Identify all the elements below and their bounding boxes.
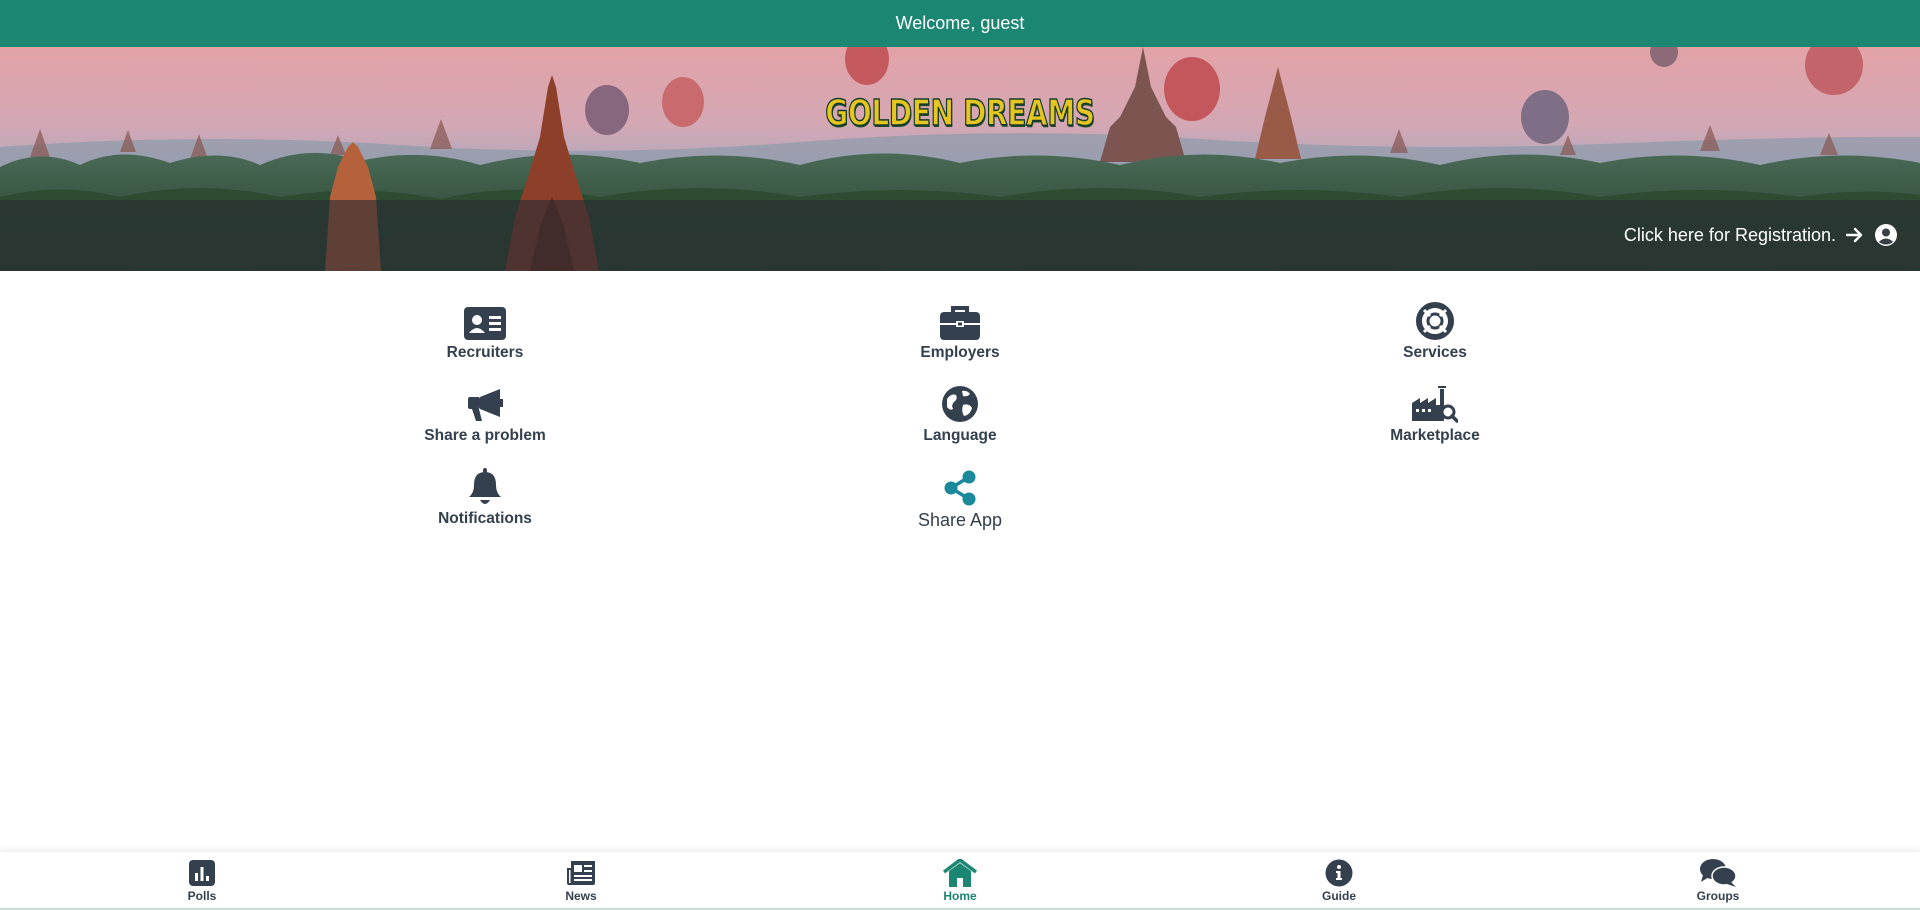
tile-share-app[interactable]: Share App bbox=[860, 464, 1060, 531]
globe-icon bbox=[860, 381, 1060, 423]
tile-label: Share a problem bbox=[424, 427, 546, 444]
tile-label: Recruiters bbox=[446, 344, 524, 361]
nav-item-polls[interactable]: Polls bbox=[142, 858, 262, 903]
comments-icon bbox=[1658, 858, 1778, 888]
tile-marketplace[interactable]: Marketplace bbox=[1335, 381, 1535, 445]
nav-label: Guide bbox=[1321, 889, 1356, 903]
id-card-icon bbox=[385, 298, 585, 340]
newspaper-icon bbox=[521, 858, 641, 888]
tile-label: Services bbox=[1403, 344, 1467, 361]
user-circle-icon bbox=[1874, 223, 1898, 247]
tile-notifications[interactable]: Notifications bbox=[385, 464, 585, 528]
tile-label: Employers bbox=[920, 344, 1000, 361]
home-icon bbox=[900, 858, 1020, 888]
share-icon bbox=[860, 464, 1060, 506]
registration-link[interactable]: Click here for Registration. bbox=[1624, 223, 1898, 247]
briefcase-icon bbox=[860, 298, 1060, 340]
banner: GOLDEN DREAMS Click here for Registratio… bbox=[0, 47, 1920, 271]
bottom-navigation: Polls News Home Guide Groups bbox=[0, 852, 1920, 910]
factory-search-icon bbox=[1335, 381, 1535, 423]
tile-label: Language bbox=[923, 427, 997, 444]
nav-item-news[interactable]: News bbox=[521, 858, 641, 903]
nav-item-groups[interactable]: Groups bbox=[1658, 858, 1778, 903]
tile-services[interactable]: Services bbox=[1335, 298, 1535, 362]
tile-language[interactable]: Language bbox=[860, 381, 1060, 445]
tile-employers[interactable]: Employers bbox=[860, 298, 1060, 362]
tile-label: Marketplace bbox=[1390, 427, 1480, 444]
bell-icon bbox=[385, 464, 585, 506]
top-bar: Welcome, guest bbox=[0, 0, 1920, 47]
info-icon bbox=[1279, 858, 1399, 888]
nav-item-home[interactable]: Home bbox=[900, 858, 1020, 903]
tile-recruiters[interactable]: Recruiters bbox=[385, 298, 585, 362]
registration-label: Click here for Registration. bbox=[1623, 224, 1836, 245]
nav-label: Home bbox=[943, 889, 977, 903]
tile-label: Share App bbox=[917, 510, 1003, 530]
nav-label: News bbox=[565, 889, 597, 903]
tile-label: Notifications bbox=[438, 510, 532, 527]
life-ring-icon bbox=[1335, 298, 1535, 340]
app-logo: GOLDEN DREAMS bbox=[825, 92, 1096, 135]
tile-share-problem[interactable]: Share a problem bbox=[385, 381, 585, 445]
megaphone-icon bbox=[385, 381, 585, 423]
welcome-text: Welcome, guest bbox=[895, 13, 1025, 33]
nav-item-guide[interactable]: Guide bbox=[1279, 858, 1399, 903]
poll-icon bbox=[142, 858, 262, 888]
arrow-right-icon bbox=[1846, 227, 1864, 243]
nav-label: Polls bbox=[187, 889, 217, 903]
nav-label: Groups bbox=[1696, 889, 1740, 903]
